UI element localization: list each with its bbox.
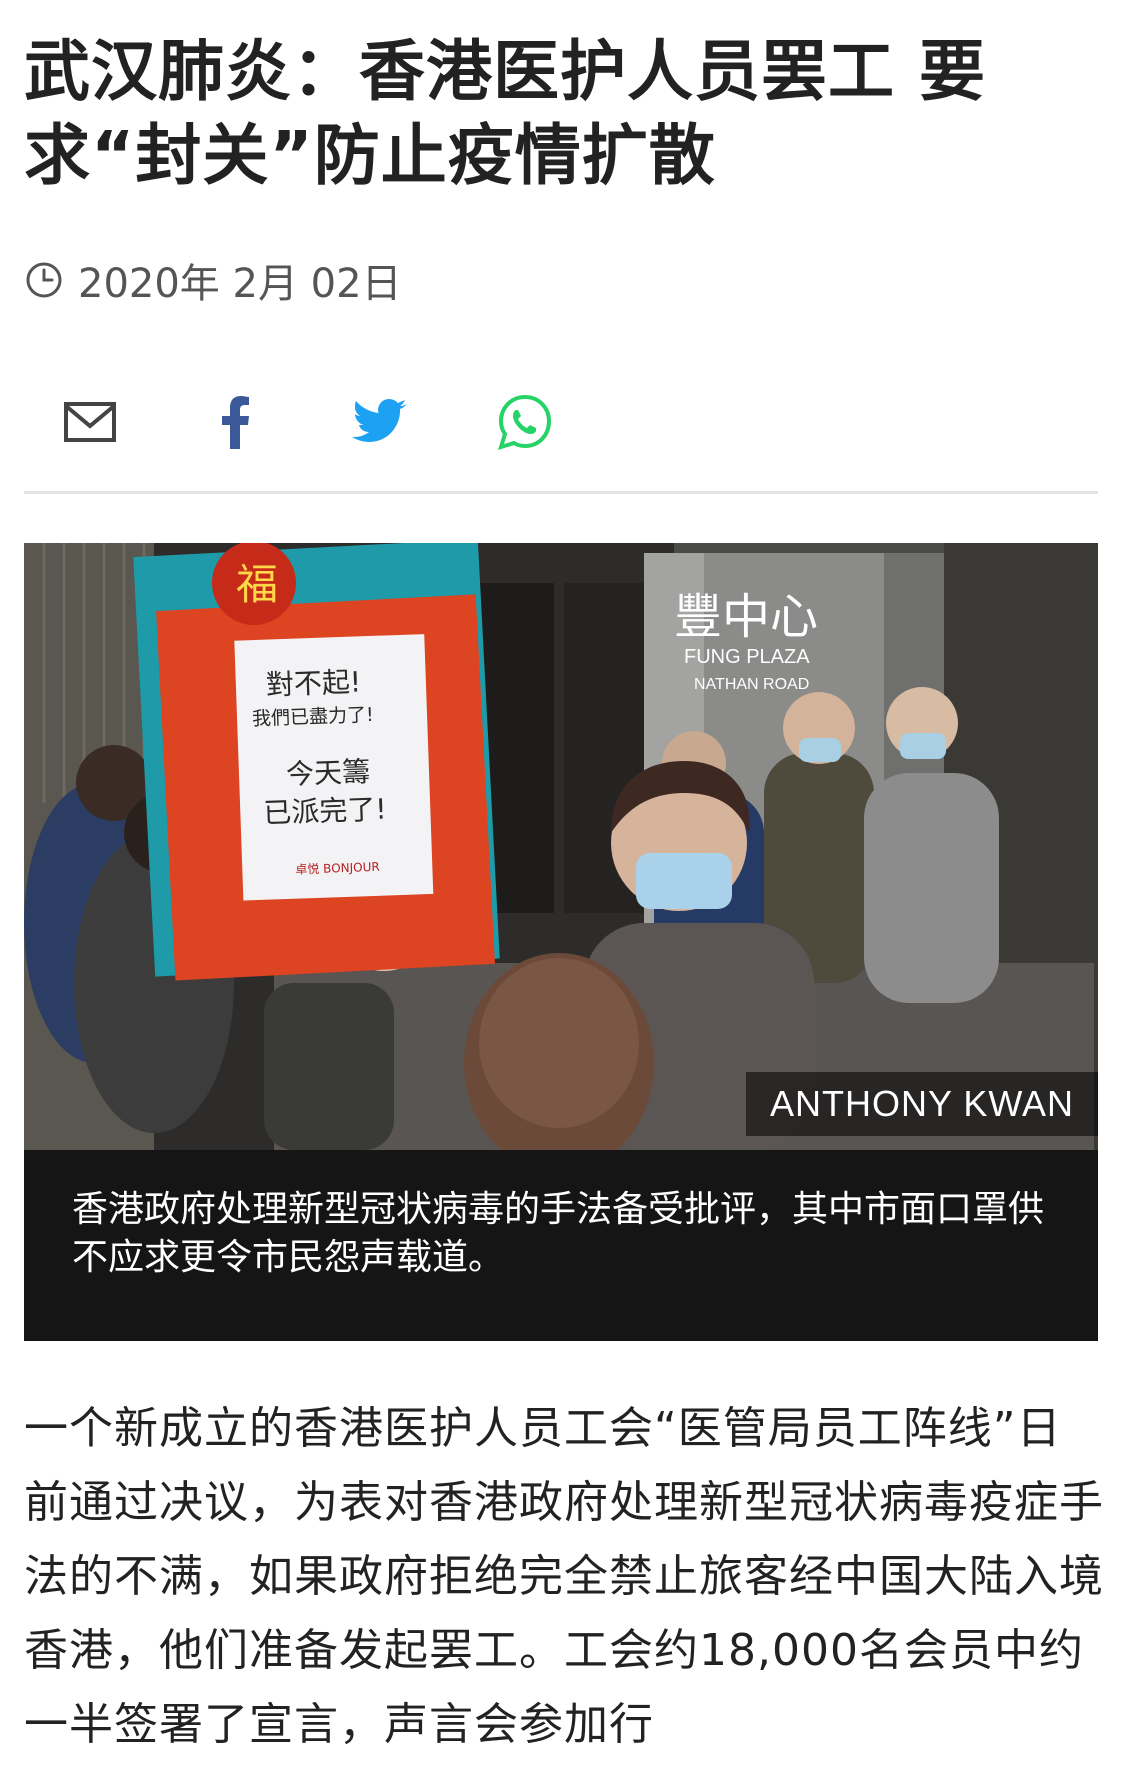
sign-line-2: 我們已盡力了! xyxy=(252,704,374,730)
facebook-icon xyxy=(222,396,249,449)
photo-caption: 香港政府处理新型冠状病毒的手法备受批评，其中市面口罩供不应求更令市民怨声载道。 xyxy=(24,1150,1098,1341)
share-facebook-button[interactable] xyxy=(205,392,265,452)
article-body: 一个新成立的香港医护人员工会“医管局员工阵线”日前通过决议，为表对香港政府处理新… xyxy=(24,1403,1104,1750)
whatsapp-icon xyxy=(497,394,552,451)
svg-text:福: 福 xyxy=(236,560,278,609)
share-whatsapp-button[interactable] xyxy=(495,392,555,452)
email-icon xyxy=(64,402,116,442)
photo-credit: ANTHONY KWAN xyxy=(745,1072,1098,1136)
article-page: 武汉肺炎：香港医护人员罢工 要求“封关”防止疫情扩散 2020年 2月 02日 xyxy=(0,0,1125,1778)
building-sub1: FUNG PLAZA xyxy=(684,646,810,668)
building-name: 豐中心 xyxy=(674,589,818,645)
news-photo: 豐中心 FUNG PLAZA NATHAN ROAD 福 對不起! 我們已盡力了… xyxy=(24,543,1098,1150)
sign-line-4: 已派完了! xyxy=(263,793,387,830)
share-twitter-button[interactable] xyxy=(350,392,410,452)
sign-line-3: 今天籌 xyxy=(285,755,370,791)
building-sub2: NATHAN ROAD xyxy=(694,676,809,693)
share-bar xyxy=(60,392,555,452)
article-figure: 豐中心 FUNG PLAZA NATHAN ROAD 福 對不起! 我們已盡力了… xyxy=(24,543,1098,1341)
article-meta: 2020年 2月 02日 xyxy=(24,252,402,308)
clock-icon xyxy=(26,262,62,298)
article-headline: 武汉肺炎：香港医护人员罢工 要求“封关”防止疫情扩散 xyxy=(24,33,986,194)
divider xyxy=(24,491,1098,494)
twitter-icon xyxy=(352,399,407,442)
publish-date: 2020年 2月 02日 xyxy=(78,261,402,307)
sign-brand: 卓悦 BONJOUR xyxy=(295,860,380,877)
sign-line-1: 對不起! xyxy=(265,665,361,701)
share-email-button[interactable] xyxy=(60,392,120,452)
